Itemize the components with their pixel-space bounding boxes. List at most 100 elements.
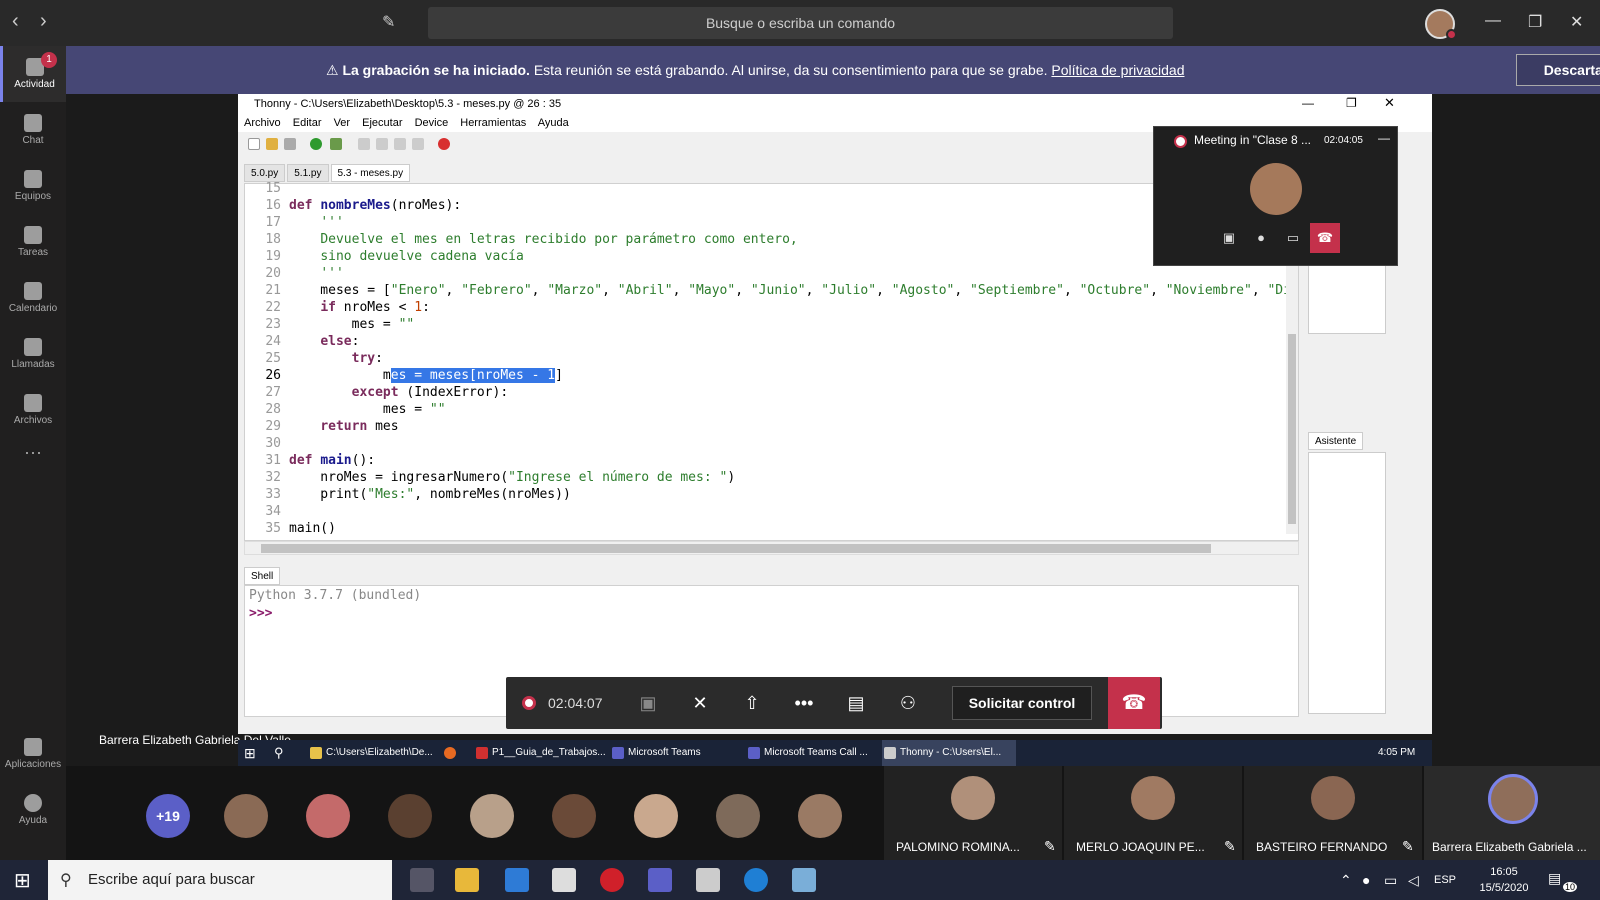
mic-muted-icon[interactable]: ✕ xyxy=(674,677,726,729)
recording-icon xyxy=(522,696,536,710)
clock-date[interactable]: 15/5/2020 xyxy=(1474,882,1534,894)
rail-item-apps[interactable]: Aplicaciones xyxy=(0,726,66,782)
task-view-icon[interactable] xyxy=(410,868,434,892)
command-search-input[interactable]: Busque o escriba un comando xyxy=(428,7,1173,39)
app-rail: 1 Actividad Chat Equipos Tareas Calendar… xyxy=(0,46,66,860)
rail-item-files[interactable]: Archivos xyxy=(0,382,66,438)
menu-herramientas[interactable]: Herramientas xyxy=(460,117,526,129)
hang-up-icon[interactable]: ☎ xyxy=(1310,223,1340,253)
menu-ejecutar[interactable]: Ejecutar xyxy=(362,117,402,129)
assistant-tab[interactable]: Asistente xyxy=(1308,432,1365,450)
file-explorer-icon[interactable] xyxy=(455,868,479,892)
participant-tile[interactable]: BASTEIRO FERNANDO ✎ xyxy=(1244,766,1422,860)
shell-tab[interactable]: Shell xyxy=(244,567,282,585)
thonny-minimize-icon[interactable]: — xyxy=(1302,96,1314,110)
more-actions-icon[interactable]: ••• xyxy=(778,677,830,729)
clock-time[interactable]: 16:05 xyxy=(1474,866,1534,878)
code-editor[interactable]: 15 16 17 18 19 20 21 22 23 24 25 26 27 28 29 30 31 32 33 34… xyxy=(244,181,1299,541)
more-participants-button[interactable]: +19 xyxy=(146,794,190,838)
mic-tray-icon[interactable]: ● xyxy=(1362,872,1370,888)
participant-avatar[interactable] xyxy=(388,794,432,838)
step-into-icon[interactable] xyxy=(376,138,388,150)
rail-item-calendar[interactable]: Calendario xyxy=(0,270,66,326)
scroll-thumb[interactable] xyxy=(1288,334,1296,524)
participant-tile-active[interactable]: Barrera Elizabeth Gabriela ... xyxy=(1424,766,1600,860)
mic-icon[interactable]: ● xyxy=(1246,223,1276,253)
step-over-icon[interactable] xyxy=(358,138,370,150)
rail-item-teams[interactable]: Equipos xyxy=(0,158,66,214)
participant-tile[interactable]: MERLO JOAQUIN PE... ✎ xyxy=(1064,766,1242,860)
compose-icon[interactable]: ✎ xyxy=(382,12,395,32)
debug-icon[interactable] xyxy=(330,138,342,150)
new-file-icon[interactable] xyxy=(248,138,260,150)
line-number: 18 xyxy=(265,232,281,247)
show-conversation-icon[interactable]: ▤ xyxy=(830,677,882,729)
mail-icon[interactable] xyxy=(552,868,576,892)
menu-editar[interactable]: Editar xyxy=(293,117,322,129)
scroll-thumb[interactable] xyxy=(261,544,1211,553)
participant-avatar[interactable] xyxy=(470,794,514,838)
participant-avatar[interactable] xyxy=(224,794,268,838)
dismiss-button[interactable]: Descartar xyxy=(1516,54,1600,86)
run-icon[interactable] xyxy=(310,138,322,150)
network-icon[interactable]: ▭ xyxy=(1384,872,1397,889)
windows-start-icon[interactable]: ⊞ xyxy=(14,868,31,893)
close-icon[interactable]: ✕ xyxy=(1570,12,1583,32)
request-control-button[interactable]: Solicitar control xyxy=(952,686,1092,720)
rail-item-calls[interactable]: Llamadas xyxy=(0,326,66,382)
rail-item-chat[interactable]: Chat xyxy=(0,102,66,158)
stop-icon[interactable] xyxy=(438,138,450,150)
windows-search-input[interactable]: Escribe aquí para buscar xyxy=(48,860,392,900)
participant-avatar[interactable] xyxy=(716,794,760,838)
assistant-tab-label[interactable]: Asistente xyxy=(1308,432,1364,450)
share-screen-icon[interactable]: ▭ xyxy=(1278,223,1308,253)
minimize-icon[interactable]: — xyxy=(1485,12,1501,30)
forward-arrow-icon[interactable]: › xyxy=(40,10,47,33)
participant-avatar[interactable] xyxy=(634,794,678,838)
participant-avatar[interactable] xyxy=(306,794,350,838)
rail-item-activity[interactable]: 1 Actividad xyxy=(0,46,66,102)
edge-icon[interactable] xyxy=(744,868,768,892)
volume-icon[interactable]: ◁ xyxy=(1408,872,1419,889)
teams-taskbar-icon[interactable] xyxy=(648,868,672,892)
resume-icon[interactable] xyxy=(412,138,424,150)
thonny-taskbar-icon[interactable] xyxy=(696,868,720,892)
rail-item-help[interactable]: Ayuda xyxy=(0,782,66,838)
thonny-close-icon[interactable]: ✕ xyxy=(1384,95,1395,111)
open-file-icon[interactable] xyxy=(266,138,278,150)
paint-icon[interactable] xyxy=(792,868,816,892)
privacy-link[interactable]: Política de privacidad xyxy=(1051,62,1184,78)
participant-tile[interactable]: PALOMINO ROMINA... ✎ xyxy=(884,766,1062,860)
step-out-icon[interactable] xyxy=(394,138,406,150)
tray-chevron-icon[interactable]: ⌃ xyxy=(1340,872,1352,889)
files-icon xyxy=(24,394,42,412)
share-tray-icon[interactable]: ⇧ xyxy=(726,677,778,729)
shell-tab-label[interactable]: Shell xyxy=(244,567,281,585)
editor-horizontal-scrollbar[interactable] xyxy=(244,541,1299,555)
more-apps-icon[interactable]: ··· xyxy=(0,442,66,498)
language-indicator[interactable]: ESP xyxy=(1434,874,1456,886)
mini-minimize-icon[interactable]: — xyxy=(1378,131,1390,145)
menu-archivo[interactable]: Archivo xyxy=(244,117,281,129)
rail-item-tasks[interactable]: Tareas xyxy=(0,214,66,270)
participant-avatar[interactable] xyxy=(798,794,842,838)
menu-ayuda[interactable]: Ayuda xyxy=(538,117,569,129)
tab-5-0[interactable]: 5.0.py xyxy=(244,164,286,182)
menu-device[interactable]: Device xyxy=(415,117,449,129)
menu-ver[interactable]: Ver xyxy=(334,117,351,129)
opera-icon[interactable] xyxy=(600,868,624,892)
participant-avatar[interactable] xyxy=(552,794,596,838)
save-file-icon[interactable] xyxy=(284,138,296,150)
profile-avatar[interactable] xyxy=(1425,9,1457,40)
back-arrow-icon[interactable]: ‹ xyxy=(12,10,19,33)
tab-5-3-meses[interactable]: 5.3 - meses.py xyxy=(330,164,411,182)
store-icon[interactable] xyxy=(505,868,529,892)
camera-off-icon[interactable]: ▣ xyxy=(1214,223,1244,253)
thonny-maximize-icon[interactable]: ❐ xyxy=(1346,96,1357,110)
hang-up-button[interactable]: ☎ xyxy=(1108,677,1160,729)
maximize-icon[interactable]: ❐ xyxy=(1528,12,1542,32)
tab-5-1[interactable]: 5.1.py xyxy=(287,164,329,182)
show-participants-icon[interactable]: ⚇ xyxy=(882,677,934,729)
camera-off-icon[interactable]: ▣ xyxy=(622,677,674,729)
notifications-icon[interactable]: ▤ xyxy=(1548,870,1561,887)
